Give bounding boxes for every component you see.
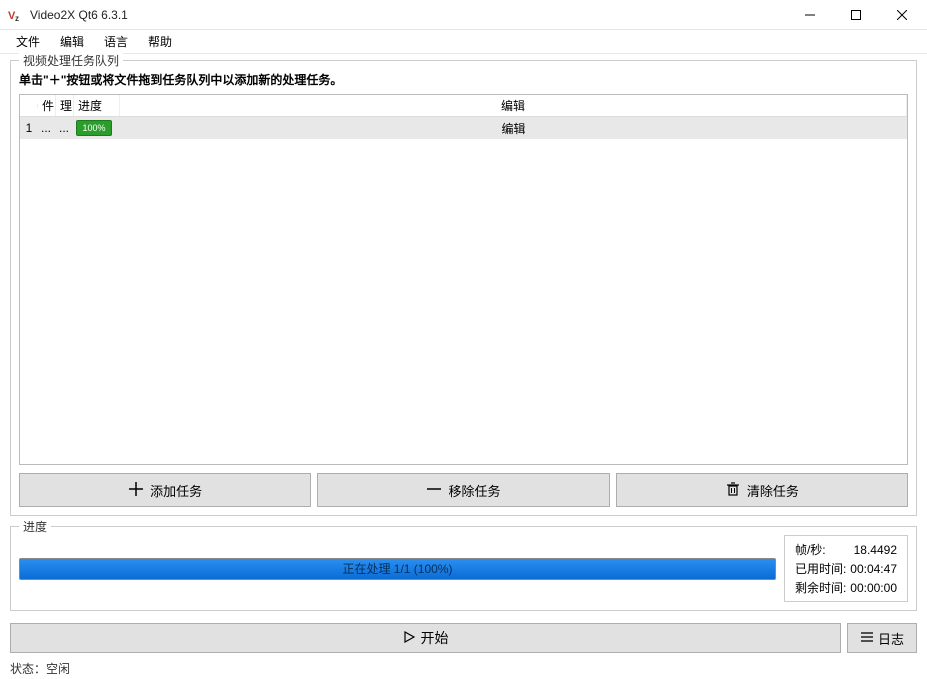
progress-legend: 进度: [19, 518, 51, 535]
menubar: 文件 编辑 语言 帮助: [0, 30, 927, 54]
queue-hint: 单击"＋"按钮或将文件拖到任务队列中以添加新的处理任务。: [19, 71, 908, 88]
row-index: 1: [20, 120, 38, 136]
row-proc: ...: [56, 120, 74, 136]
add-task-button[interactable]: 添加任务: [19, 473, 311, 507]
task-queue-group: 视频处理任务队列 单击"＋"按钮或将文件拖到任务队列中以添加新的处理任务。 件 …: [10, 60, 917, 516]
app-icon: Vz: [8, 7, 24, 23]
status-label: 状态：: [10, 660, 46, 677]
start-button[interactable]: 开始: [10, 623, 841, 653]
col-header-proc[interactable]: 理: [56, 95, 74, 116]
task-actions: 添加任务 移除任务 清除任务: [19, 473, 908, 507]
play-icon: [403, 630, 415, 646]
menu-file[interactable]: 文件: [8, 31, 48, 52]
remove-task-label: 移除任务: [448, 481, 500, 500]
elapsed-value: 00:04:47: [848, 559, 899, 578]
bottom-controls: 开始 日志: [10, 623, 917, 653]
add-task-label: 添加任务: [150, 481, 202, 500]
close-button[interactable]: [879, 0, 925, 30]
minimize-button[interactable]: [787, 0, 833, 30]
titlebar: Vz Video2X Qt6 6.3.1: [0, 0, 927, 30]
statusbar: 状态： 空闲: [0, 657, 927, 679]
col-header-file[interactable]: 件: [38, 95, 56, 116]
clear-tasks-button[interactable]: 清除任务: [616, 473, 908, 507]
progress-text: 正在处理 1/1 (100%): [342, 560, 452, 577]
row-file: ...: [38, 120, 56, 136]
col-header-progress[interactable]: 进度: [74, 95, 120, 116]
log-icon: [860, 631, 874, 646]
log-button[interactable]: 日志: [847, 623, 917, 653]
fps-label: 帧/秒:: [793, 540, 848, 559]
col-header-edit[interactable]: 编辑: [120, 95, 907, 116]
task-table-header: 件 理 进度 编辑: [20, 95, 907, 117]
elapsed-label: 已用时间:: [793, 559, 848, 578]
remaining-label: 剩余时间:: [793, 578, 848, 597]
status-value: 空闲: [46, 660, 70, 677]
svg-text:z: z: [15, 14, 19, 23]
trash-icon: [725, 481, 741, 500]
menu-language[interactable]: 语言: [96, 31, 136, 52]
progress-group: 进度 正在处理 1/1 (100%) 帧/秒: 18.4492 已用时间: 00…: [10, 526, 917, 611]
window-title: Video2X Qt6 6.3.1: [30, 8, 787, 22]
task-queue-legend: 视频处理任务队列: [19, 52, 123, 69]
row-edit-button[interactable]: 编辑: [120, 119, 907, 138]
content-area: 视频处理任务队列 单击"＋"按钮或将文件拖到任务队列中以添加新的处理任务。 件 …: [0, 54, 927, 657]
task-table[interactable]: 件 理 进度 编辑 1 ... ... 100% 编辑: [19, 94, 908, 465]
remaining-value: 00:00:00: [848, 578, 899, 597]
remove-task-button[interactable]: 移除任务: [317, 473, 609, 507]
log-label: 日志: [878, 629, 904, 648]
row-progress-cell: 100%: [74, 118, 120, 138]
progress-row: 正在处理 1/1 (100%) 帧/秒: 18.4492 已用时间: 00:04…: [19, 535, 908, 602]
row-progress-bar: 100%: [76, 120, 112, 136]
menu-edit[interactable]: 编辑: [52, 31, 92, 52]
overall-progress-bar: 正在处理 1/1 (100%): [19, 558, 776, 580]
col-header-index: [20, 104, 38, 108]
table-row[interactable]: 1 ... ... 100% 编辑: [20, 117, 907, 139]
start-label: 开始: [421, 628, 449, 648]
minus-icon: [426, 481, 442, 500]
stats-box: 帧/秒: 18.4492 已用时间: 00:04:47 剩余时间: 00:00:…: [784, 535, 908, 602]
fps-value: 18.4492: [848, 540, 899, 559]
maximize-button[interactable]: [833, 0, 879, 30]
plus-icon: [128, 481, 144, 500]
clear-tasks-label: 清除任务: [747, 481, 799, 500]
overall-progress-wrap: 正在处理 1/1 (100%): [19, 535, 776, 602]
menu-help[interactable]: 帮助: [140, 31, 180, 52]
window-controls: [787, 0, 925, 30]
